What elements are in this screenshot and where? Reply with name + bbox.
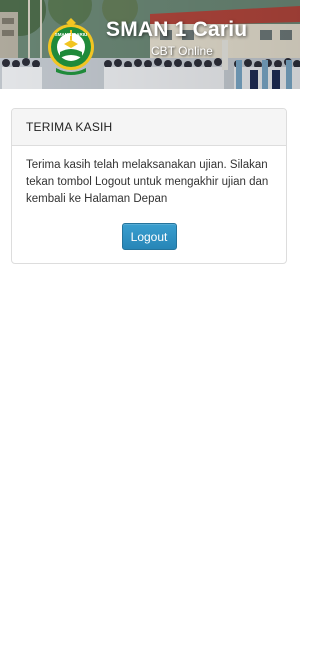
app-subtitle: CBT Online: [151, 44, 213, 58]
panel-body: Terima kasih telah melaksanakan ujian. S…: [12, 146, 286, 250]
panel-heading: TERIMA KASIH: [12, 109, 286, 146]
thank-you-panel: TERIMA KASIH Terima kasih telah melaksan…: [11, 108, 287, 264]
button-row: Logout: [26, 223, 272, 250]
panel-title: TERIMA KASIH: [26, 120, 113, 134]
header-shade: [0, 0, 300, 89]
thank-you-message: Terima kasih telah melaksanakan ujian. S…: [26, 159, 269, 205]
logout-button[interactable]: Logout: [121, 223, 177, 250]
school-name: SMAN 1 Cariu: [106, 18, 248, 41]
school-crest-icon: SMAN 1 CARIU: [48, 18, 94, 75]
header-banner: SMAN 1 CARIU SMAN 1 Cariu CBT Online: [0, 0, 300, 89]
logo-text: SMAN 1 CARIU: [55, 32, 88, 37]
